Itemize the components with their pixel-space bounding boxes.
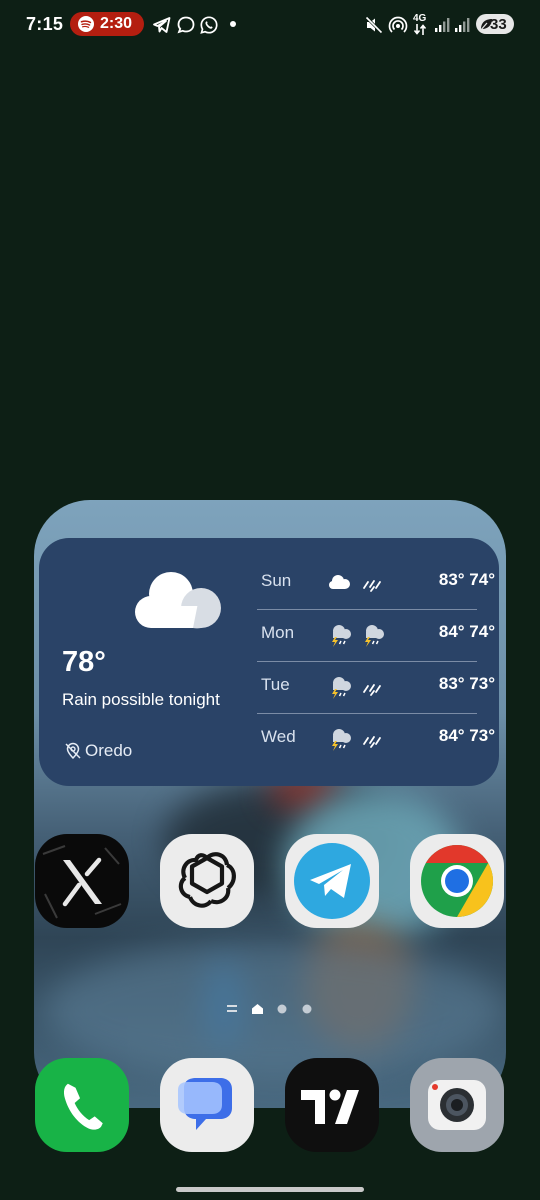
messages-icon [160, 1058, 254, 1152]
status-time: 7:15 [26, 14, 64, 34]
current-temperature: 78° [62, 646, 106, 678]
x-logo-icon [35, 834, 129, 928]
cloud-icon [135, 572, 221, 629]
location-off-icon [65, 742, 81, 760]
app-chrome[interactable] [410, 834, 504, 928]
app-x[interactable] [35, 834, 129, 928]
signal-icon [455, 18, 470, 32]
forecast-day: Sun [261, 571, 292, 590]
network-4g-icon: 4G [411, 13, 429, 35]
forecast-day: Mon [261, 623, 295, 642]
battery-percent: 33 [490, 16, 507, 33]
signal-icon [435, 18, 450, 32]
network-label: 4G [413, 13, 427, 24]
rain-icon [363, 580, 381, 592]
page-dot [277, 1004, 287, 1014]
whatsapp-icon [200, 16, 218, 34]
spotify-timer-pill[interactable]: 2:30 [70, 12, 144, 36]
forecast-day: Tue [261, 675, 290, 694]
rain-icon [363, 736, 381, 748]
chatgpt-icon [160, 834, 254, 928]
rain-icon [363, 684, 381, 696]
app-chatgpt[interactable] [160, 834, 254, 928]
camera-icon [410, 1058, 504, 1152]
weather-description: Rain possible tonight [62, 690, 220, 709]
home-page-icon [252, 1004, 263, 1014]
app-phone[interactable] [35, 1058, 129, 1152]
page-indicator-marks [227, 1004, 312, 1014]
weather-widget[interactable]: 78° Rain possible tonight Oredo Sun 83° … [39, 538, 499, 786]
phone-icon [35, 1058, 129, 1152]
thunderstorm-icon [332, 677, 351, 699]
page-dot [302, 1004, 312, 1014]
dot-icon [230, 21, 236, 27]
page-list-icon [227, 1005, 237, 1012]
thunderstorm-icon [332, 729, 351, 751]
app-messages[interactable] [160, 1058, 254, 1152]
weather-location: Oredo [85, 741, 133, 760]
chrome-icon [410, 834, 504, 928]
cloud-icon [329, 575, 350, 589]
tradingview-icon [285, 1058, 379, 1152]
battery-indicator: 33 [476, 14, 514, 34]
spotify-timer-text: 2:30 [100, 15, 133, 32]
forecast-row: Mon 84° 74° [257, 610, 497, 662]
spotify-icon [78, 16, 94, 32]
forecast-temps: 83° 73° [438, 674, 495, 693]
navigation-handle[interactable] [176, 1187, 364, 1192]
hotspot-icon [388, 16, 408, 33]
chat-bubble-icon [177, 16, 195, 34]
telegram-icon [285, 834, 379, 928]
forecast-temps: 84° 74° [438, 622, 495, 641]
app-camera[interactable] [410, 1058, 504, 1152]
forecast-day: Wed [261, 727, 296, 746]
page-indicator[interactable] [224, 1001, 320, 1017]
app-telegram[interactable] [285, 834, 379, 928]
forecast-row: Wed 84° 73° [257, 714, 497, 766]
telegram-icon [153, 17, 171, 33]
mute-icon [365, 16, 383, 34]
thunderstorm-icon [332, 625, 351, 647]
thunderstorm-icon [365, 625, 384, 647]
forecast-row: Sun 83° 74° [257, 558, 497, 610]
forecast-temps: 84° 73° [438, 726, 495, 745]
forecast-temps: 83° 74° [438, 570, 495, 589]
forecast-row: Tue 83° 73° [257, 662, 497, 714]
app-tradingview[interactable] [285, 1058, 379, 1152]
status-bar: 7:15 2:30 4G 33 [0, 0, 540, 48]
